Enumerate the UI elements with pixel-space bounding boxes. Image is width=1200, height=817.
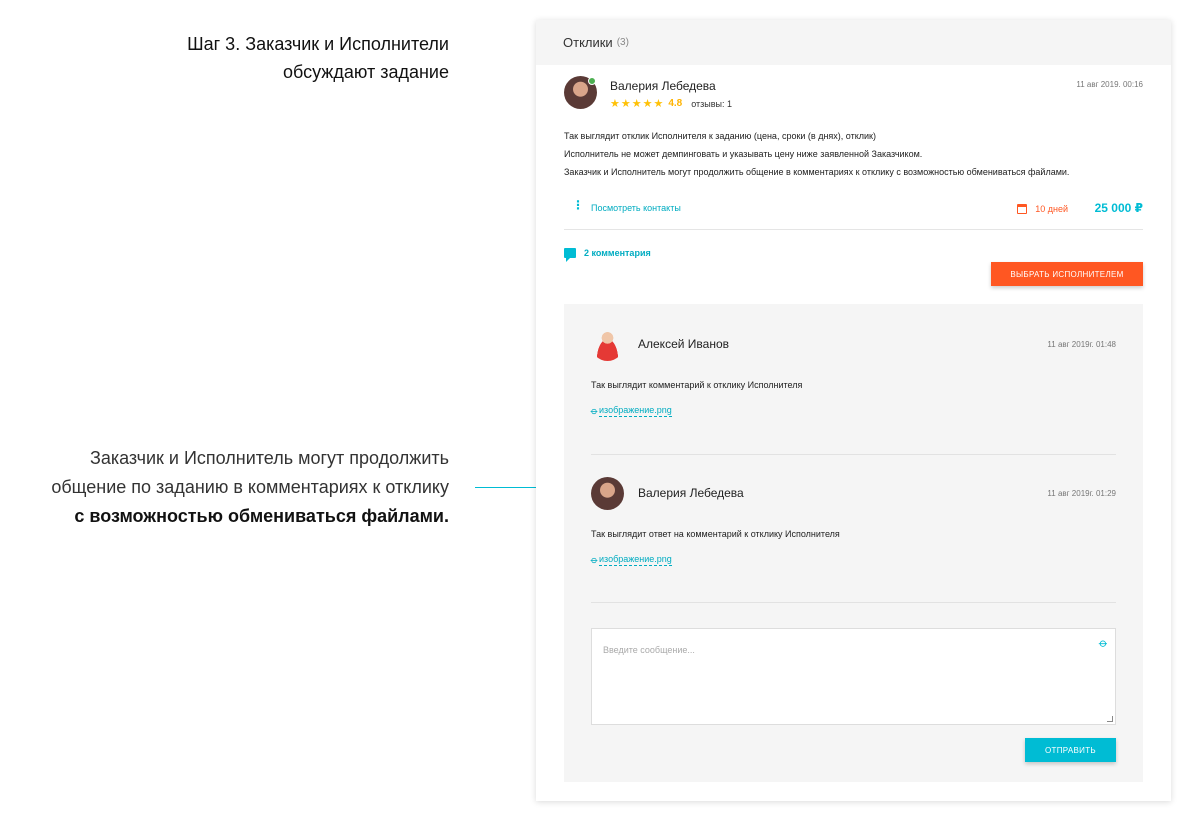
response-meta-row: ⋮ Посмотреть контакты 10 дней 25 000 ₽	[564, 198, 1143, 230]
response-price: 25 000 ₽	[1094, 201, 1143, 215]
responses-count: (3)	[616, 37, 629, 48]
calendar-icon	[1017, 204, 1028, 214]
step-title: Шаг 3. Заказчик и Исполнители обсуждают …	[29, 30, 449, 86]
comment-author[interactable]: Валерия Лебедева	[638, 486, 744, 500]
reviews-count[interactable]: отзывы: 1	[691, 99, 732, 109]
step-title-line2: обсуждают задание	[282, 62, 449, 82]
responses-card: Отклики (3) Валерия Лебедева ★★★★★ 4.8 о…	[536, 20, 1171, 801]
attachment-filename[interactable]: изображение.png	[599, 554, 672, 566]
comment-author[interactable]: Алексей Иванов	[638, 337, 729, 351]
responses-header: Отклики (3)	[536, 20, 1171, 65]
comment-text: Так выглядит ответ на комментарий к откл…	[591, 529, 840, 539]
response-text-line: Так выглядит отклик Исполнителя к задани…	[564, 131, 876, 141]
divider	[591, 602, 1116, 603]
executor-name[interactable]: Валерия Лебедева	[610, 79, 716, 93]
rating-stars-icon: ★★★★★	[610, 98, 665, 110]
choose-executor-button[interactable]: ВЫБРАТЬ ИСПОЛНИТЕЛЕМ	[991, 262, 1143, 286]
step-title-line1: Шаг 3. Заказчик и Исполнители	[187, 34, 449, 54]
message-input[interactable]	[592, 629, 1115, 724]
comments-toggle[interactable]: 2 комментария	[564, 248, 651, 262]
responses-title: Отклики	[563, 35, 613, 50]
annotation-line1: Заказчик и Исполнитель могут продолжить	[89, 448, 449, 468]
annotation-line3: с возможностью обмениваться файлами.	[74, 506, 449, 526]
deadline-days-label: 10 дней	[1035, 204, 1068, 214]
message-composer: ⌀	[591, 628, 1116, 725]
comment-date: 11 авг 2019г. 01:48	[1047, 340, 1116, 349]
response-text-line: Заказчик и Исполнитель могут продолжить …	[564, 167, 1070, 177]
view-contacts-link[interactable]: Посмотреть контакты	[591, 203, 681, 213]
comments-thread: Алексей Иванов 11 авг 2019г. 01:48 Так в…	[564, 304, 1143, 782]
comment-text: Так выглядит комментарий к отклику Испол…	[591, 380, 803, 390]
comment-icon	[564, 248, 576, 262]
resize-handle-icon[interactable]	[1107, 716, 1113, 722]
deadline-days: 10 дней	[1017, 204, 1068, 214]
comments-count-label: 2 комментария	[584, 248, 651, 258]
avatar[interactable]	[591, 477, 624, 510]
annotation-line2: общение по заданию в комментариях к откл…	[51, 477, 449, 497]
response-text-line: Исполнитель не может демпинговать и указ…	[564, 149, 923, 159]
attachment-link[interactable]: ⌀ изображение.png	[588, 554, 672, 566]
rating-value: 4.8	[668, 98, 683, 109]
attachment-link[interactable]: ⌀ изображение.png	[588, 405, 672, 417]
feature-annotation: Заказчик и Исполнитель могут продолжить …	[0, 444, 449, 531]
online-status-icon	[588, 77, 596, 85]
more-vertical-icon[interactable]: ⋮	[572, 199, 584, 211]
divider	[591, 454, 1116, 455]
attachment-filename[interactable]: изображение.png	[599, 405, 672, 417]
avatar[interactable]	[591, 328, 624, 361]
response-date: 11 авг 2019. 00:16	[1076, 80, 1143, 89]
send-button[interactable]: ОТПРАВИТЬ	[1025, 738, 1116, 762]
executor-rating: ★★★★★ 4.8 отзывы: 1	[610, 97, 732, 110]
comment-date: 11 авг 2019г. 01:29	[1047, 489, 1116, 498]
response-text: Так выглядит отклик Исполнителя к задани…	[564, 127, 1164, 181]
